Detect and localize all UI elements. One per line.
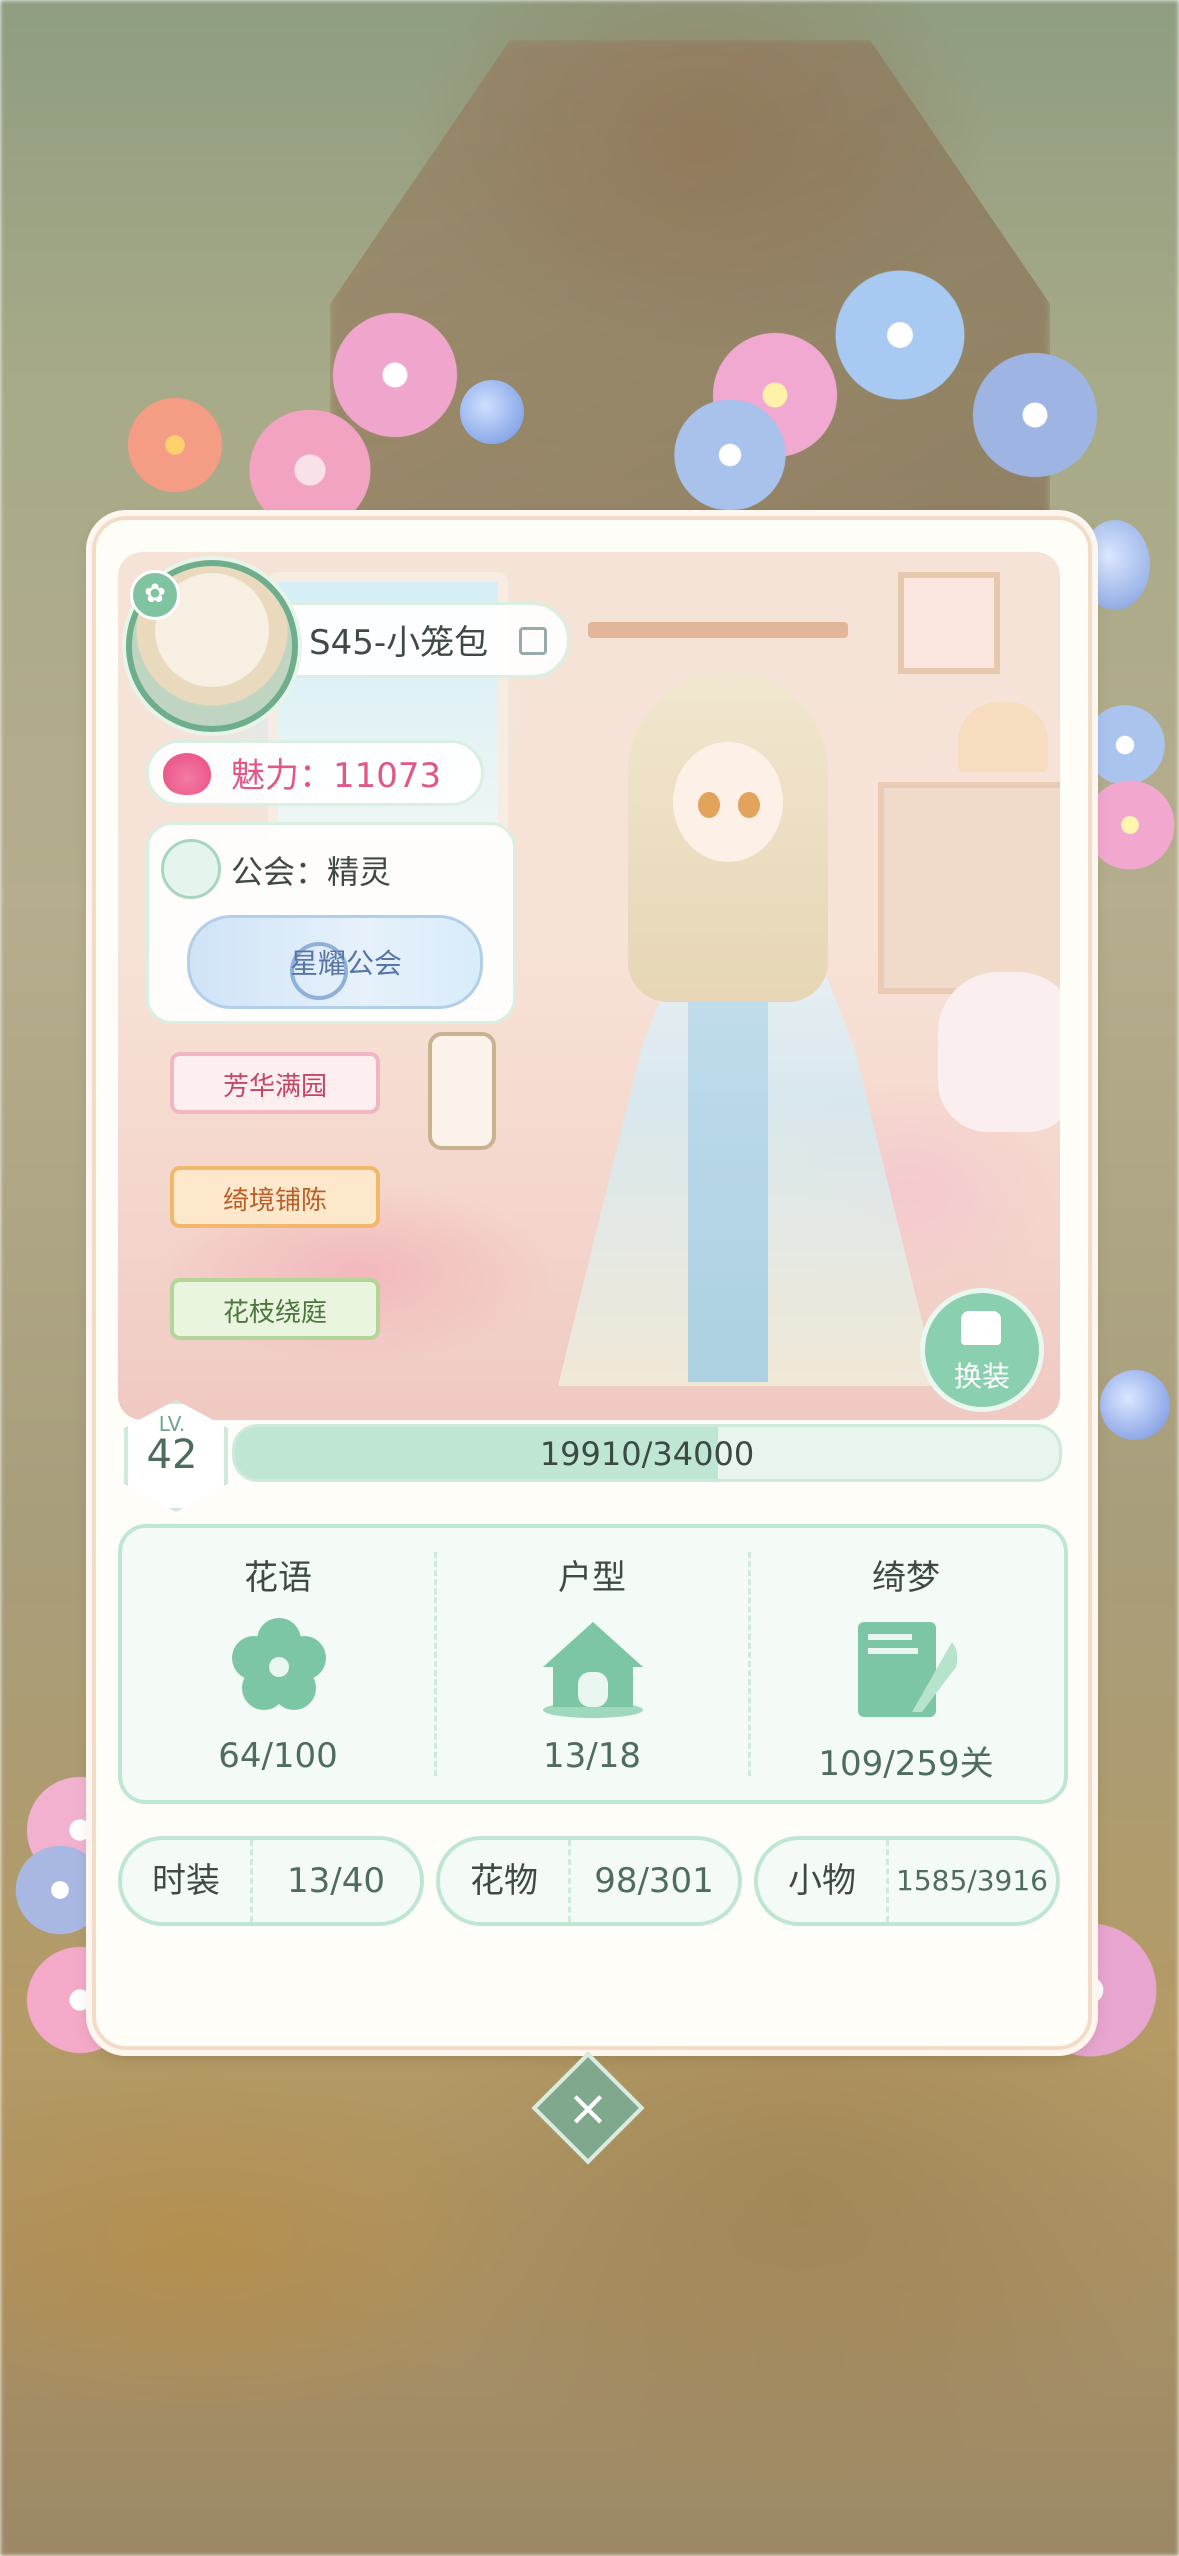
stat-value: 13/18 [543,1736,641,1776]
stats-panel: 花语 64/100 户型 13/18 绮梦 109/259关 [118,1524,1068,1804]
scene-picture-frame [898,572,1000,674]
title-plaque-3[interactable]: 花枝绕庭 [170,1278,380,1340]
decor-flower [1085,770,1175,880]
collection-label: 时装 [122,1840,253,1922]
charm-value: 魅力：11073 [231,756,442,796]
change-outfit-button[interactable]: 换装 [920,1288,1044,1412]
player-name-pill[interactable]: S45-小笼包 [280,602,570,678]
character-eye [698,792,720,818]
level-number: 42 [146,1432,198,1478]
scene-shelf [588,622,848,638]
stat-label: 绮梦 [872,1558,940,1598]
collection-outfits[interactable]: 时装 13/40 [118,1836,424,1926]
guild-name: 公会：精灵 [231,853,392,891]
character-eye [738,792,760,818]
lantern [428,1032,496,1150]
collection-value: 98/301 [594,1861,714,1901]
guild-rank-badge: 星耀公会 [187,915,483,1009]
collection-small-items[interactable]: 小物 1585/3916 [754,1836,1060,1926]
close-icon[interactable]: × [548,2068,628,2148]
stat-value: 109/259关 [818,1744,994,1784]
edit-icon[interactable] [519,627,547,655]
decor-flower [660,400,800,510]
letter-quill-icon [858,1622,958,1717]
decor-flower [960,350,1110,480]
charm-pill: 魅力：11073 [146,740,484,806]
stat-label: 花语 [244,1558,312,1598]
stat-dream[interactable]: 绮梦 109/259关 [750,1528,1062,1800]
collection-label: 小物 [758,1840,889,1922]
xp-progress-text: 19910/34000 [539,1435,755,1473]
title-plaque-1[interactable]: 芳华满园 [170,1052,380,1114]
scene-lamp [958,702,1048,772]
xp-progress-bar: 19910/34000 [232,1424,1062,1482]
guild-rank-label: 星耀公会 [290,947,403,980]
decor-flower [120,390,230,500]
decor-flower [320,310,470,440]
guild-panel[interactable]: 公会：精灵 星耀公会 [146,822,516,1024]
rose-icon [163,753,211,795]
stat-value: 64/100 [218,1736,338,1776]
stat-label: 户型 [558,1558,626,1598]
character-face [673,742,783,862]
decor-flower [460,380,524,444]
player-name: S45-小笼包 [309,623,489,663]
settings-gear-icon[interactable]: ✿ [130,570,180,620]
character-portrait [538,672,958,1420]
stat-flower-language[interactable]: 花语 64/100 [122,1528,434,1800]
collection-value: 13/40 [287,1861,385,1901]
collection-flower-items[interactable]: 花物 98/301 [436,1836,742,1926]
stat-house-type[interactable]: 户型 13/18 [436,1528,748,1800]
flower-icon [232,1618,326,1710]
guild-emblem-icon [161,839,221,899]
change-outfit-label: 换装 [953,1360,1010,1393]
title-plaque-2[interactable]: 绮境铺陈 [170,1166,380,1228]
collection-label: 花物 [440,1840,571,1922]
character-sash [688,1002,768,1382]
collection-value: 1585/3916 [896,1864,1048,1897]
decor-flower [1100,1370,1170,1440]
house-icon [543,1622,643,1718]
decor-flower [820,270,980,400]
shirt-icon [961,1311,1001,1345]
